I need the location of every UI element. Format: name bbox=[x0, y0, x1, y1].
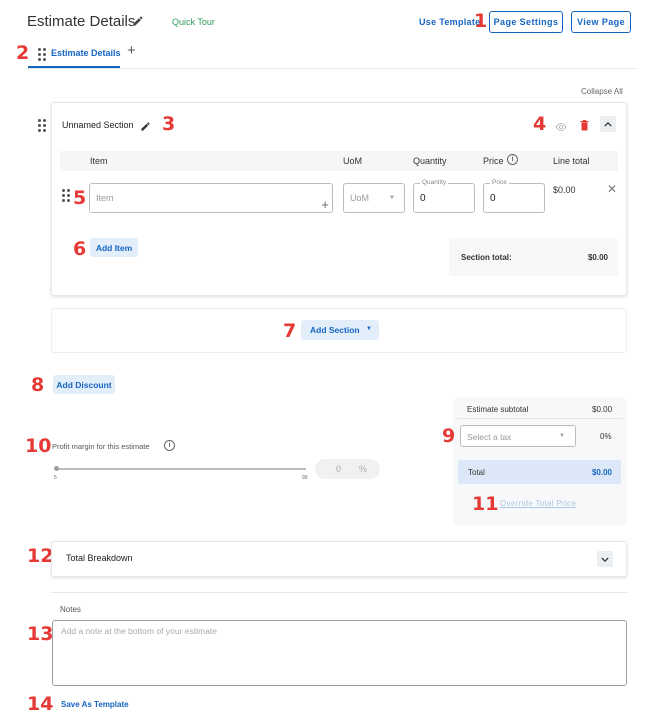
add-item-plus-icon[interactable]: + bbox=[321, 198, 329, 211]
quantity-input[interactable]: Quantity 0 bbox=[413, 179, 475, 213]
chevron-down-icon: ▼ bbox=[559, 433, 565, 439]
override-total-price-link[interactable]: Override Total Price bbox=[500, 499, 576, 508]
profit-margin-input[interactable]: 0 % bbox=[315, 459, 380, 479]
view-page-button[interactable]: View Page bbox=[571, 11, 631, 33]
collapse-section-button[interactable] bbox=[600, 116, 616, 132]
quantity-label: Quantity bbox=[420, 179, 449, 186]
tab-estimate-details[interactable]: Estimate Details bbox=[51, 48, 121, 58]
notes-label: Notes bbox=[60, 605, 81, 614]
add-item-button[interactable]: Add Item bbox=[90, 238, 138, 257]
page-title: Estimate Details bbox=[27, 13, 136, 30]
add-tab-plus-icon[interactable]: + bbox=[127, 43, 136, 58]
callout-7: 7 bbox=[283, 320, 297, 342]
callout-13: 13 bbox=[27, 623, 54, 645]
price-value: 0 bbox=[490, 193, 496, 204]
remove-row-close-icon[interactable]: ✕ bbox=[607, 183, 617, 195]
tax-select[interactable]: Select a tax ▼ bbox=[460, 425, 576, 447]
price-input[interactable]: Price 0 bbox=[483, 179, 545, 213]
callout-3: 3 bbox=[162, 113, 176, 135]
price-label: Price bbox=[490, 179, 509, 186]
callout-14: 14 bbox=[27, 693, 54, 715]
profit-slider-thumb[interactable] bbox=[54, 466, 59, 471]
profit-info-icon[interactable]: i bbox=[164, 440, 175, 451]
subtotal-label: Estimate subtotal bbox=[467, 405, 529, 414]
callout-8: 8 bbox=[31, 374, 45, 396]
uom-select[interactable]: UoM ▼ bbox=[343, 183, 405, 213]
use-template-link[interactable]: Use Template bbox=[419, 17, 480, 27]
save-as-template-link[interactable]: Save As Template bbox=[61, 700, 129, 709]
chevron-down-icon: ▼ bbox=[389, 195, 395, 201]
callout-11: 11 bbox=[472, 493, 499, 515]
callout-5: 5 bbox=[73, 187, 87, 209]
profit-slider-min: 5 bbox=[54, 475, 57, 481]
caret-down-icon: ▼ bbox=[366, 326, 372, 332]
subtotal-value: $0.00 bbox=[592, 405, 613, 414]
section-total-value: $0.00 bbox=[587, 253, 608, 262]
items-table-header bbox=[60, 151, 618, 171]
profit-margin-value: 0 bbox=[336, 464, 342, 474]
column-uom: UoM bbox=[343, 156, 363, 166]
line-total-value: $0.00 bbox=[553, 185, 576, 195]
expand-breakdown-button[interactable] bbox=[597, 551, 613, 567]
profit-margin-label: Profit margin for this estimate bbox=[52, 442, 150, 451]
section-total-label: Section total: bbox=[461, 253, 512, 262]
row-drag-handle-icon[interactable] bbox=[62, 189, 70, 202]
price-info-icon[interactable]: i bbox=[507, 154, 518, 165]
total-breakdown-card[interactable]: Total Breakdown bbox=[51, 541, 627, 577]
total-label: Total bbox=[468, 468, 485, 477]
callout-4: 4 bbox=[533, 113, 547, 135]
total-row: Total $0.00 bbox=[458, 460, 621, 484]
tab-drag-handle-icon[interactable] bbox=[38, 48, 46, 61]
quantity-value: 0 bbox=[420, 193, 426, 204]
profit-slider-track[interactable] bbox=[56, 468, 306, 470]
edit-section-pencil-icon[interactable] bbox=[140, 119, 151, 131]
item-input-placeholder: Item bbox=[96, 193, 114, 203]
notes-textarea[interactable]: Add a note at the bottom of your estimat… bbox=[52, 620, 627, 686]
add-section-button[interactable]: Add Section ▼ bbox=[301, 320, 379, 340]
add-discount-button[interactable]: Add Discount bbox=[53, 375, 115, 394]
delete-trash-icon[interactable] bbox=[580, 118, 589, 136]
callout-6: 6 bbox=[73, 238, 87, 260]
callout-12: 12 bbox=[27, 545, 54, 567]
total-breakdown-title: Total Breakdown bbox=[66, 553, 133, 563]
callout-9: 9 bbox=[442, 425, 456, 447]
section-total-box: Section total: $0.00 bbox=[449, 238, 618, 276]
chevron-down-icon bbox=[601, 556, 609, 562]
tax-select-placeholder: Select a tax bbox=[467, 432, 512, 442]
section-drag-handle-icon[interactable] bbox=[38, 119, 46, 132]
callout-2: 2 bbox=[16, 42, 30, 64]
uom-placeholder: UoM bbox=[350, 193, 370, 203]
notes-placeholder: Add a note at the bottom of your estimat… bbox=[61, 626, 217, 636]
section-card: Unnamed Section 3 4 Item UoM Quantity Pr… bbox=[51, 102, 627, 296]
collapse-all-link[interactable]: Collapse All bbox=[581, 87, 623, 96]
item-input[interactable]: Item + bbox=[89, 183, 333, 213]
visibility-eye-icon[interactable] bbox=[555, 119, 567, 137]
subtotal-divider bbox=[457, 418, 623, 419]
total-value: $0.00 bbox=[591, 468, 612, 477]
profit-margin-unit: % bbox=[359, 464, 368, 474]
section-name: Unnamed Section bbox=[62, 120, 134, 130]
add-section-label: Add Section bbox=[310, 325, 360, 335]
tabs-divider bbox=[28, 68, 637, 69]
callout-10: 10 bbox=[25, 435, 52, 457]
edit-title-pencil-icon[interactable] bbox=[132, 14, 144, 26]
page-settings-button[interactable]: Page Settings bbox=[489, 11, 563, 33]
column-quantity: Quantity bbox=[413, 156, 447, 166]
notes-divider bbox=[51, 592, 627, 593]
column-price: Price bbox=[483, 156, 504, 166]
callout-1: 1 bbox=[474, 10, 488, 32]
column-item: Item bbox=[90, 156, 108, 166]
quick-tour-link[interactable]: Quick Tour bbox=[172, 17, 215, 27]
column-line-total: Line total bbox=[553, 156, 590, 166]
profit-slider-max: 99 bbox=[302, 475, 308, 481]
chevron-up-icon bbox=[604, 121, 612, 127]
tax-percent: 0% bbox=[600, 432, 612, 441]
